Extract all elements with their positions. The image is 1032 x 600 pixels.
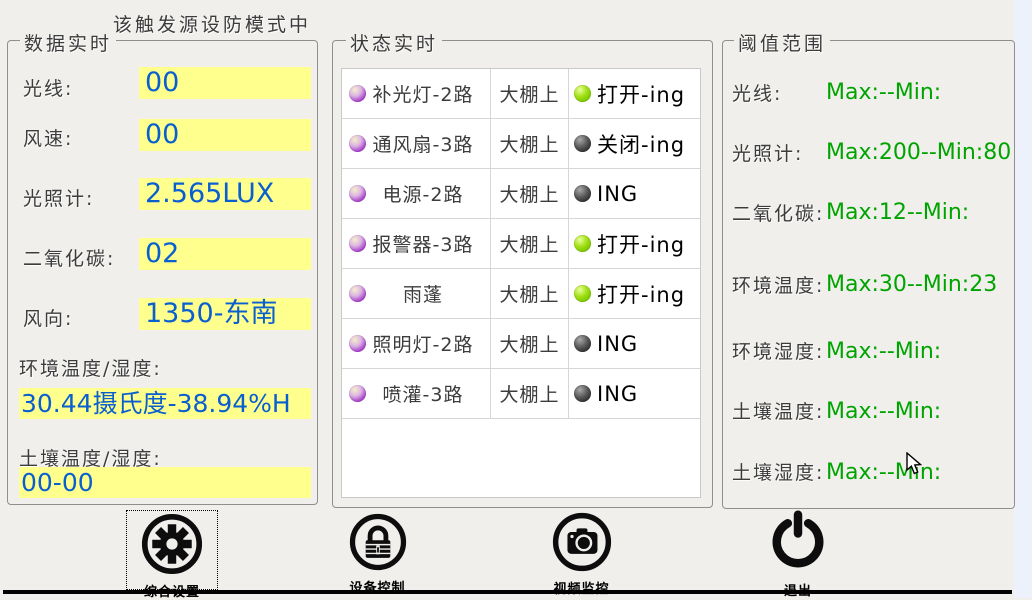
device-name: 通风扇-3路 xyxy=(359,130,474,157)
table-row[interactable]: 报警器-3路 大棚上 打开-ing xyxy=(342,219,700,269)
realtime-status-panel: 状态实时 补光灯-2路 大棚上 打开-ing 通风扇-3路 大棚上 关闭-ing… xyxy=(332,40,713,508)
device-name: 报警器-3路 xyxy=(359,230,474,257)
soil-humidity-threshold-label: 土壤湿度: xyxy=(732,458,824,485)
window-bottom-bar xyxy=(3,590,1012,594)
lux-meter-label: 光照计: xyxy=(23,184,94,211)
device-icon xyxy=(349,185,366,202)
camera-icon xyxy=(552,512,612,575)
device-status: 打开-ing xyxy=(597,79,685,109)
wind-direction-label: 风向: xyxy=(23,304,73,331)
light-threshold-value: Max:--Min: xyxy=(826,80,941,105)
co2-threshold-value: Max:12--Min: xyxy=(826,200,969,225)
realtime-status-title: 状态实时 xyxy=(346,29,442,56)
ambient-humidity-threshold-label: 环境湿度: xyxy=(732,337,824,364)
ambient-temp-threshold-label: 环境温度: xyxy=(732,271,824,298)
device-icon xyxy=(349,385,366,402)
device-icon xyxy=(349,85,366,102)
settings-button[interactable]: 综合设置 xyxy=(127,511,217,589)
device-location: 大棚上 xyxy=(499,380,559,407)
gear-icon xyxy=(141,513,203,578)
device-icon xyxy=(349,135,366,152)
light-value-field[interactable]: 00 xyxy=(139,67,311,99)
device-icon xyxy=(349,285,366,302)
wind-speed-label: 风速: xyxy=(23,124,73,151)
threshold-range-panel: 阈值范围 光线: Max:--Min: 光照计: Max:200--Min:80… xyxy=(722,40,1015,509)
exit-button[interactable]: 退出 xyxy=(752,510,844,588)
device-control-button[interactable]: 设备控制 xyxy=(330,513,425,589)
device-location: 大棚上 xyxy=(499,80,559,107)
device-status: ING xyxy=(597,332,638,356)
table-row[interactable]: 喷灌-3路 大棚上 ING xyxy=(342,369,700,419)
device-status: ING xyxy=(597,382,638,406)
status-led-icon xyxy=(574,385,591,402)
device-status-table[interactable]: 补光灯-2路 大棚上 打开-ing 通风扇-3路 大棚上 关闭-ing 电源-2… xyxy=(341,68,701,498)
device-name: 雨蓬 xyxy=(389,280,443,307)
device-location: 大棚上 xyxy=(499,280,559,307)
soil-temp-threshold-label: 土壤温度: xyxy=(732,397,824,424)
device-icon xyxy=(349,335,366,352)
wind-speed-value-field[interactable]: 00 xyxy=(139,119,311,151)
soil-temp-humidity-value-field[interactable]: 00-00 xyxy=(19,467,311,498)
table-row[interactable]: 照明灯-2路 大棚上 ING xyxy=(342,319,700,369)
device-location: 大棚上 xyxy=(499,230,559,257)
table-row[interactable]: 通风扇-3路 大棚上 关闭-ing xyxy=(342,119,700,169)
device-status: 打开-ing xyxy=(597,279,685,309)
table-row[interactable]: 电源-2路 大棚上 ING xyxy=(342,169,700,219)
ambient-temp-humidity-label: 环境温度/湿度: xyxy=(19,354,162,381)
arm-mode-banner: 该触发源设防模式中 xyxy=(113,10,311,37)
status-led-icon xyxy=(574,135,591,152)
device-location: 大棚上 xyxy=(499,130,559,157)
device-status: 关闭-ing xyxy=(597,129,685,159)
lux-threshold-label: 光照计: xyxy=(732,139,803,166)
realtime-data-panel: 数据实时 光线: 00 风速: 00 光照计: 2.565LUX 二氧化碳: 0… xyxy=(7,40,318,505)
status-led-icon xyxy=(574,85,591,102)
ambient-temp-threshold-value: Max:30--Min:23 xyxy=(826,272,997,297)
mouse-cursor xyxy=(905,452,926,480)
device-status: ING xyxy=(597,182,638,206)
desktop-edge-strip xyxy=(1014,0,1032,598)
ambient-humidity-threshold-value: Max:--Min: xyxy=(826,339,941,364)
co2-label: 二氧化碳: xyxy=(23,244,115,271)
device-location: 大棚上 xyxy=(499,180,559,207)
device-name: 照明灯-2路 xyxy=(359,330,474,357)
light-threshold-label: 光线: xyxy=(732,79,782,106)
device-name: 电源-2路 xyxy=(369,180,464,207)
light-label: 光线: xyxy=(23,74,73,101)
wind-direction-value-field[interactable]: 1350-东南 xyxy=(139,298,311,330)
lux-meter-value-field[interactable]: 2.565LUX xyxy=(139,178,311,210)
device-icon xyxy=(349,235,366,252)
device-location: 大棚上 xyxy=(499,330,559,357)
table-row[interactable]: 雨蓬 大棚上 打开-ing xyxy=(342,269,700,319)
status-led-icon xyxy=(574,335,591,352)
lock-icon xyxy=(349,513,407,574)
co2-value-field[interactable]: 02 xyxy=(139,238,311,270)
status-led-icon xyxy=(574,285,591,302)
device-name: 喷灌-3路 xyxy=(369,380,464,407)
lux-threshold-value: Max:200--Min:80 xyxy=(826,140,1011,165)
threshold-range-title: 阈值范围 xyxy=(734,29,830,56)
power-icon xyxy=(766,510,830,577)
device-status: 打开-ing xyxy=(597,229,685,259)
table-row[interactable]: 补光灯-2路 大棚上 打开-ing xyxy=(342,69,700,119)
device-name: 补光灯-2路 xyxy=(359,80,474,107)
status-led-icon xyxy=(574,185,591,202)
realtime-data-title: 数据实时 xyxy=(20,29,116,56)
video-monitor-button-label: 视频监控 xyxy=(553,578,609,597)
ambient-temp-humidity-value-field[interactable]: 30.44摄氏度-38.94%H xyxy=(19,388,311,419)
soil-temp-threshold-value: Max:--Min: xyxy=(826,399,941,424)
co2-threshold-label: 二氧化碳: xyxy=(732,199,824,226)
status-led-icon xyxy=(574,235,591,252)
video-monitor-button[interactable]: 视频监控 xyxy=(534,512,629,588)
